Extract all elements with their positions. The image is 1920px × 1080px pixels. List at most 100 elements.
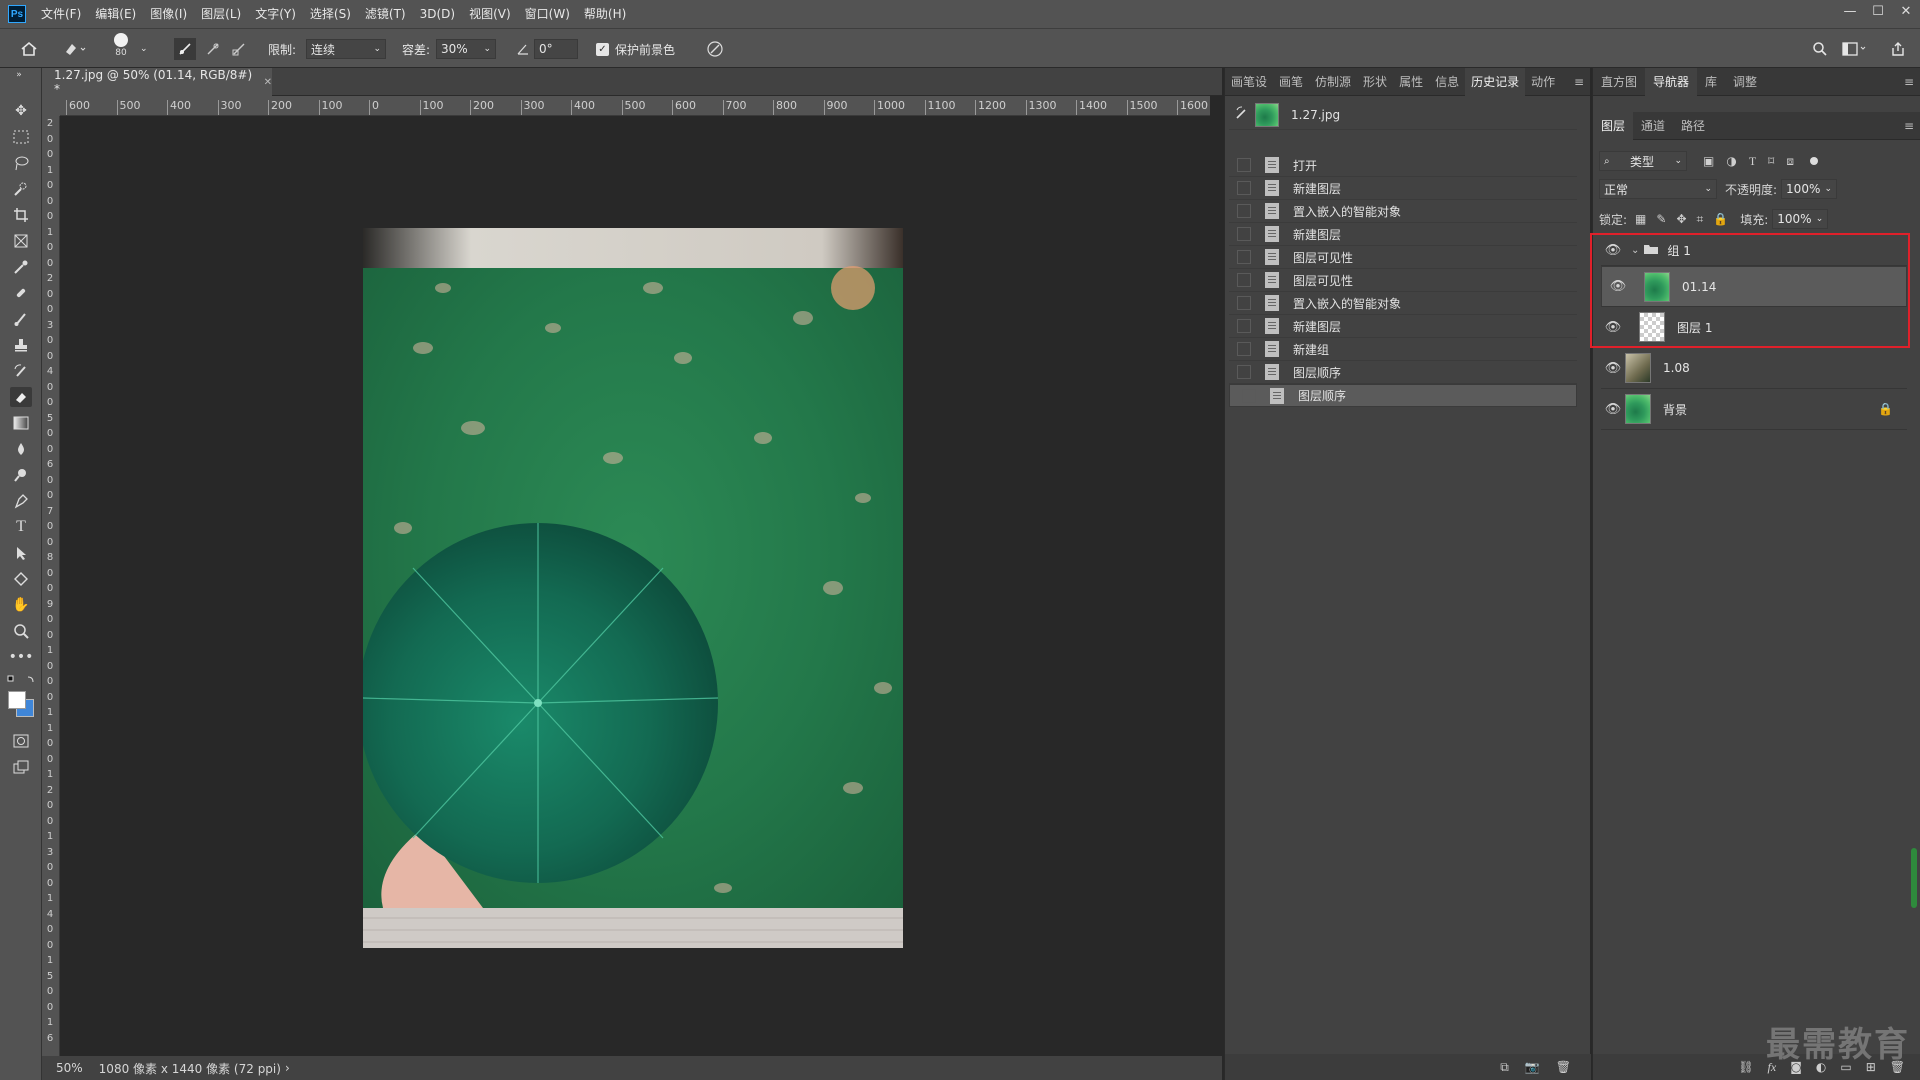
chevron-down-icon[interactable]: ⌄: [140, 38, 148, 60]
history-item[interactable]: 图层顺序: [1229, 361, 1577, 384]
tab-navigator[interactable]: 导航器: [1645, 67, 1698, 96]
menu-filter[interactable]: 滤镜(T): [358, 0, 413, 28]
menu-layer[interactable]: 图层(L): [194, 0, 248, 28]
eraser-tool-preset-icon[interactable]: [62, 38, 88, 60]
layer-background[interactable]: 👁 背景 🔒: [1601, 389, 1907, 430]
lock-transparent-icon[interactable]: ▦: [1635, 212, 1646, 226]
ruler-origin[interactable]: [42, 96, 60, 116]
new-document-from-state-icon[interactable]: ⧉: [1500, 1060, 1509, 1075]
maximize-button[interactable]: ☐: [1864, 0, 1892, 22]
horizontal-ruler[interactable]: 600 500 400 300 200 100 0 100 200 300 400 500 600 700…: [60, 96, 1210, 116]
tab-properties[interactable]: 属性: [1393, 68, 1429, 96]
quick-selection-tool-icon[interactable]: [10, 179, 32, 199]
move-tool-icon[interactable]: ✥: [10, 101, 32, 121]
tab-paths[interactable]: 路径: [1673, 112, 1713, 140]
layer-1-08[interactable]: 👁 1.08: [1601, 348, 1907, 389]
visibility-eye-icon[interactable]: 👁: [1601, 320, 1625, 335]
history-checkbox[interactable]: [1237, 204, 1251, 218]
tab-info[interactable]: 信息: [1429, 68, 1465, 96]
sampling-once-icon[interactable]: [202, 38, 224, 60]
close-tab-icon[interactable]: ✕: [264, 77, 272, 88]
blend-mode-select[interactable]: 正常 ⌄: [1599, 179, 1717, 199]
search-icon[interactable]: [1812, 38, 1828, 60]
history-item[interactable]: 新建组: [1229, 338, 1577, 361]
more-tools-icon[interactable]: •••: [9, 647, 34, 667]
menu-help[interactable]: 帮助(H): [577, 0, 633, 28]
protect-foreground-checkbox[interactable]: ✓ 保护前景色: [596, 38, 675, 60]
tab-history[interactable]: 历史记录: [1465, 67, 1526, 96]
menu-3d[interactable]: 3D(D): [413, 0, 462, 28]
eraser-tool-icon[interactable]: [10, 387, 32, 407]
history-checkbox[interactable]: [1237, 296, 1251, 310]
gradient-tool-icon[interactable]: [10, 413, 32, 433]
history-item[interactable]: 图层可见性: [1229, 269, 1577, 292]
tab-channels[interactable]: 通道: [1633, 112, 1673, 140]
visibility-eye-icon[interactable]: 👁: [1606, 279, 1630, 294]
history-item-current[interactable]: 图层顺序: [1229, 384, 1577, 407]
menu-select[interactable]: 选择(S): [303, 0, 358, 28]
history-checkbox[interactable]: [1242, 388, 1256, 403]
frame-tool-icon[interactable]: [10, 231, 32, 251]
lasso-tool-icon[interactable]: [10, 153, 32, 173]
menu-file[interactable]: 文件(F): [34, 0, 88, 28]
panel-scrollbar[interactable]: [1911, 848, 1917, 908]
brush-tool-icon[interactable]: [10, 309, 32, 329]
history-item[interactable]: 新建图层: [1229, 177, 1577, 200]
sampling-background-icon[interactable]: [228, 38, 250, 60]
layer-kind-filter[interactable]: ⌕ 类型 ⌄: [1599, 151, 1687, 171]
collapse-arrows-icon[interactable]: »: [8, 70, 30, 80]
tab-brush-settings[interactable]: 画笔设: [1225, 68, 1273, 96]
lock-position-icon[interactable]: ✥: [1676, 212, 1686, 226]
zoom-tool-icon[interactable]: [10, 621, 32, 641]
pen-tool-icon[interactable]: [10, 491, 32, 511]
tab-brushes[interactable]: 画笔: [1273, 68, 1309, 96]
tab-actions[interactable]: 动作: [1525, 68, 1561, 96]
crop-tool-icon[interactable]: [10, 205, 32, 225]
dodge-tool-icon[interactable]: [10, 465, 32, 485]
close-button[interactable]: ✕: [1892, 0, 1920, 22]
blur-tool-icon[interactable]: [10, 439, 32, 459]
trash-icon[interactable]: 🗑: [1556, 1060, 1571, 1074]
panel-menu-icon[interactable]: ≡: [1904, 119, 1914, 133]
menu-image[interactable]: 图像(I): [143, 0, 194, 28]
history-snapshot[interactable]: 1.27.jpg: [1229, 100, 1577, 130]
filter-toggle-icon[interactable]: [1809, 157, 1818, 165]
lock-pixels-icon[interactable]: ✎: [1656, 212, 1666, 226]
menu-window[interactable]: 窗口(W): [518, 0, 577, 28]
history-item[interactable]: 图层可见性: [1229, 246, 1577, 269]
history-item[interactable]: 打开: [1229, 154, 1577, 177]
filter-type-icon[interactable]: T: [1749, 154, 1756, 169]
home-icon[interactable]: [20, 38, 38, 60]
angle-field[interactable]: 0°: [534, 38, 578, 60]
history-checkbox[interactable]: [1237, 227, 1251, 241]
quick-mask-icon[interactable]: [10, 731, 32, 751]
history-item[interactable]: 置入嵌入的智能对象: [1229, 292, 1577, 315]
marquee-tool-icon[interactable]: [10, 127, 32, 147]
type-tool-icon[interactable]: T: [10, 517, 32, 537]
panel-menu-icon[interactable]: ≡: [1574, 75, 1584, 89]
tab-libraries[interactable]: 库: [1697, 68, 1725, 96]
chevron-right-icon[interactable]: ›: [285, 1061, 290, 1075]
history-checkbox[interactable]: [1237, 319, 1251, 333]
layer-layer-1[interactable]: 👁 图层 1: [1601, 307, 1907, 348]
camera-snapshot-icon[interactable]: 📷: [1525, 1060, 1540, 1074]
app-logo[interactable]: Ps: [8, 5, 26, 23]
opacity-field[interactable]: 100% ⌄: [1781, 179, 1838, 199]
shape-tool-icon[interactable]: [10, 569, 32, 589]
menu-type[interactable]: 文字(Y): [248, 0, 303, 28]
brush-size-picker[interactable]: 80: [114, 33, 128, 67]
history-checkbox[interactable]: [1237, 158, 1251, 172]
tab-adjustments[interactable]: 调整: [1725, 68, 1765, 96]
menu-view[interactable]: 视图(V): [462, 0, 518, 28]
visibility-eye-icon[interactable]: 👁: [1601, 361, 1625, 376]
history-checkbox[interactable]: [1237, 250, 1251, 264]
document-image[interactable]: [363, 228, 903, 948]
sampling-continuous-icon[interactable]: [174, 38, 196, 60]
layer-01-14[interactable]: 👁 01.14: [1601, 266, 1907, 307]
share-icon[interactable]: [1890, 38, 1906, 60]
filter-adjustment-icon[interactable]: ◑: [1726, 154, 1736, 168]
link-layers-icon[interactable]: ⛓: [1738, 1060, 1753, 1074]
minimize-button[interactable]: —: [1836, 0, 1864, 22]
pressure-size-icon[interactable]: [706, 38, 724, 60]
history-checkbox[interactable]: [1237, 342, 1251, 356]
